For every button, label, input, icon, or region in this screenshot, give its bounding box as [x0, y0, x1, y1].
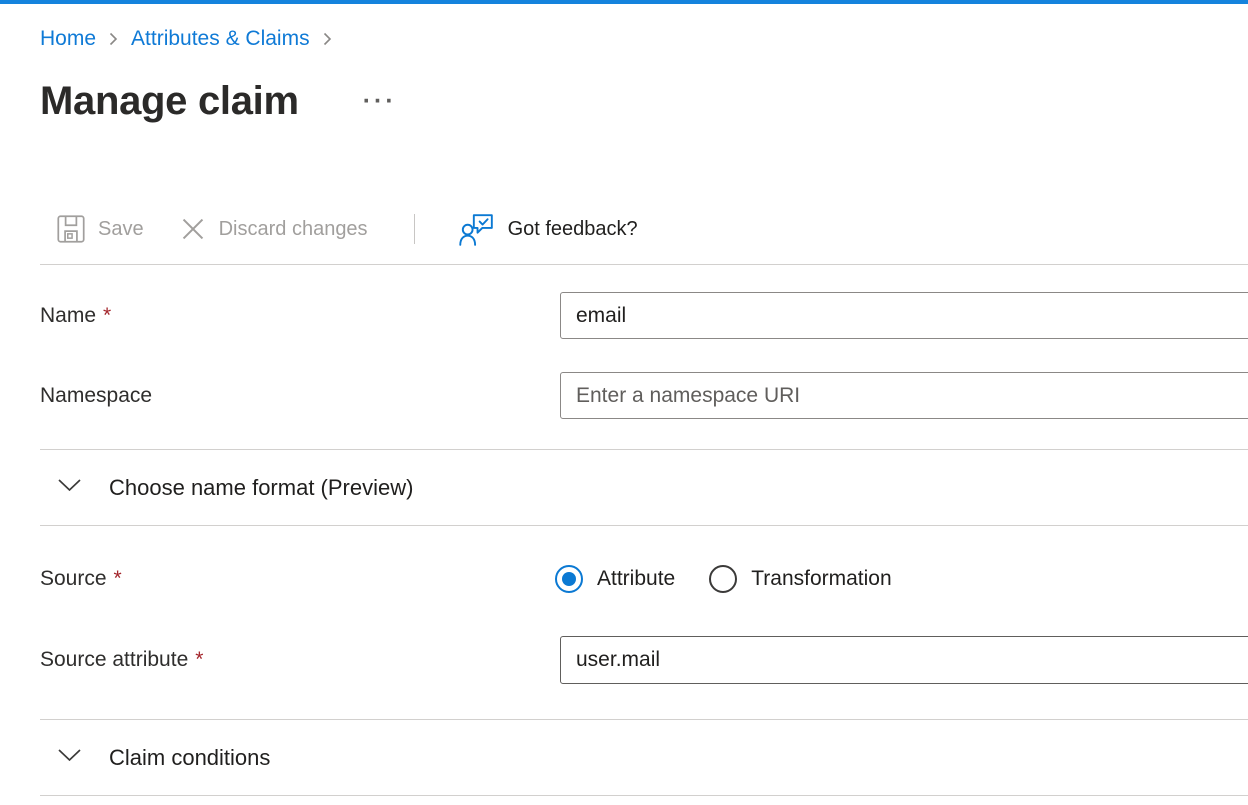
page-title: Manage claim — [40, 77, 299, 125]
name-field-row: Name * — [40, 292, 1248, 339]
name-input[interactable] — [560, 292, 1248, 339]
chevron-down-icon — [57, 748, 82, 767]
save-icon — [57, 215, 85, 243]
namespace-input[interactable] — [560, 372, 1248, 419]
required-asterisk: * — [103, 304, 111, 327]
save-button-label: Save — [98, 218, 144, 241]
command-toolbar: Save Discard changes Got feedb — [40, 203, 1248, 255]
chevron-right-icon — [109, 32, 118, 46]
radio-selected-icon — [555, 565, 583, 593]
chevron-right-icon — [323, 32, 332, 46]
breadcrumb-home-link[interactable]: Home — [40, 26, 96, 51]
got-feedback-button[interactable]: Got feedback? — [459, 213, 638, 246]
top-accent-bar — [0, 0, 1248, 4]
name-label-text: Name — [40, 304, 96, 327]
name-field-label: Name * — [40, 304, 560, 328]
radio-attribute[interactable]: Attribute — [555, 565, 675, 593]
namespace-field-label: Namespace — [40, 384, 560, 408]
name-format-section-title: Choose name format (Preview) — [109, 475, 413, 501]
claim-conditions-section-title: Claim conditions — [109, 745, 270, 771]
source-field-label: Source * — [40, 567, 560, 591]
got-feedback-label: Got feedback? — [508, 218, 638, 241]
page-title-row: Manage claim ··· — [40, 77, 1248, 125]
radio-attribute-label: Attribute — [597, 567, 675, 591]
source-label-text: Source — [40, 567, 107, 590]
radio-unselected-icon — [709, 565, 737, 593]
discard-changes-button[interactable]: Discard changes — [180, 216, 368, 242]
dismiss-x-icon — [180, 216, 206, 242]
radio-transformation-label: Transformation — [751, 567, 891, 591]
discard-changes-label: Discard changes — [219, 218, 368, 241]
source-attribute-field-label: Source attribute * — [40, 648, 560, 672]
toolbar-separator — [414, 214, 415, 244]
divider — [40, 795, 1248, 796]
chevron-down-icon — [57, 478, 82, 497]
name-format-section-header[interactable]: Choose name format (Preview) — [40, 450, 1248, 525]
divider — [40, 264, 1248, 265]
breadcrumb: Home Attributes & Claims — [40, 26, 1248, 51]
radio-transformation[interactable]: Transformation — [709, 565, 891, 593]
source-radio-group: Attribute Transformation — [555, 565, 892, 593]
blade-content: Home Attributes & Claims Manage claim ··… — [0, 26, 1248, 796]
source-attribute-label-text: Source attribute — [40, 648, 188, 671]
claim-conditions-section-header[interactable]: Claim conditions — [40, 720, 1248, 795]
feedback-person-icon — [459, 213, 495, 246]
required-asterisk: * — [195, 648, 203, 671]
divider — [40, 525, 1248, 526]
source-attribute-input[interactable] — [560, 636, 1248, 684]
source-attribute-field-row: Source attribute * — [40, 636, 1248, 684]
namespace-label-text: Namespace — [40, 384, 152, 407]
save-button[interactable]: Save — [57, 215, 144, 243]
required-asterisk: * — [114, 567, 122, 590]
source-field-row: Source * Attribute Transformation — [40, 555, 1248, 602]
more-menu-icon[interactable]: ··· — [363, 89, 397, 114]
breadcrumb-attributes-claims-link[interactable]: Attributes & Claims — [131, 26, 310, 51]
namespace-field-row: Namespace — [40, 372, 1248, 419]
